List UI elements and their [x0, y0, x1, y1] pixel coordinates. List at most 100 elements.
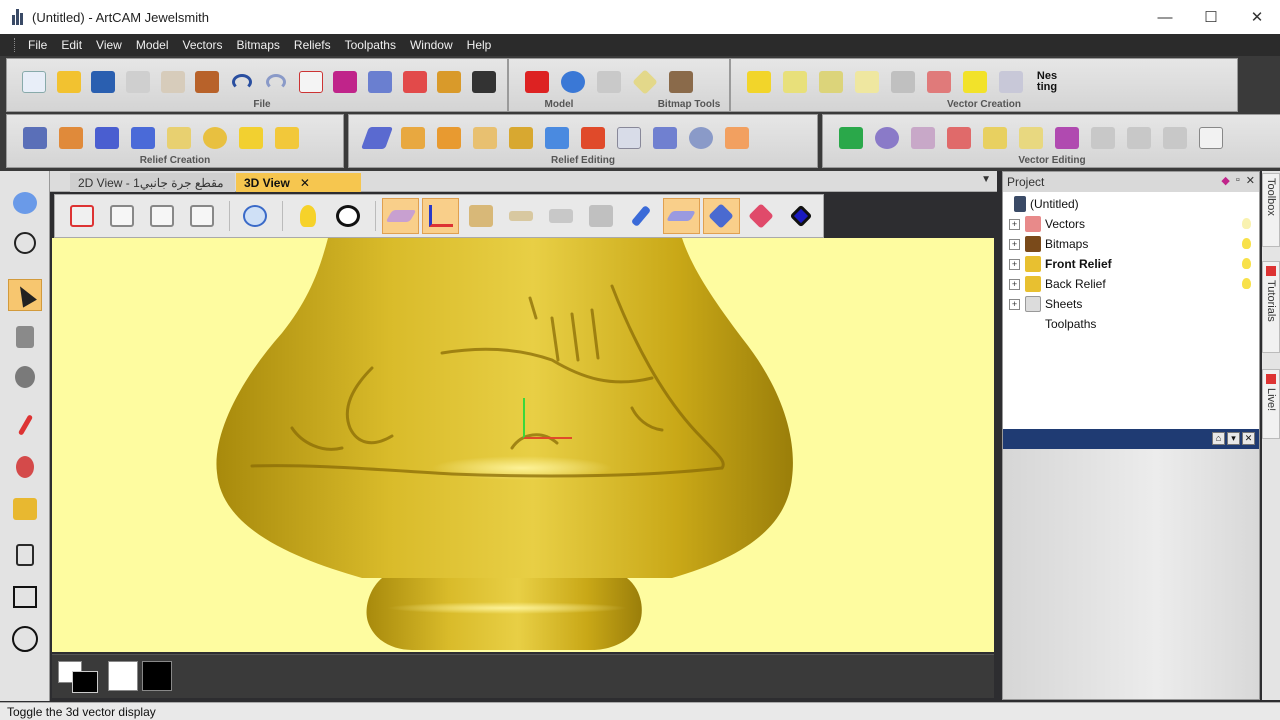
- view-top-button[interactable]: [183, 198, 220, 234]
- tree-item-untitled[interactable]: (Untitled): [1003, 194, 1259, 214]
- figure-button[interactable]: [519, 65, 555, 99]
- model-button-1[interactable]: [397, 65, 432, 99]
- relief-layers-button[interactable]: [17, 121, 53, 155]
- menu-vectors[interactable]: Vectors: [176, 38, 230, 52]
- new-file-button[interactable]: [17, 65, 52, 99]
- dropdown-icon[interactable]: ▾: [1227, 432, 1240, 445]
- 3d-viewport[interactable]: [52, 238, 994, 652]
- tree-item-sheets[interactable]: + Sheets: [1003, 294, 1259, 314]
- edit-cylinder-button[interactable]: [611, 121, 647, 155]
- edit-offset-button[interactable]: [647, 121, 683, 155]
- help-book-button[interactable]: [328, 65, 363, 99]
- lightbulb-icon[interactable]: [1242, 238, 1251, 249]
- show-axes-button[interactable]: [422, 198, 460, 234]
- vector-arc-edit-button[interactable]: [1121, 121, 1157, 155]
- color-shade-button[interactable]: [783, 198, 820, 234]
- menu-help[interactable]: Help: [460, 38, 499, 52]
- panel-close-icon[interactable]: ✕: [1246, 174, 1255, 187]
- vector-frame-button[interactable]: [1049, 121, 1085, 155]
- ruler-button[interactable]: [502, 198, 539, 234]
- transform-tool-button[interactable]: [8, 361, 42, 393]
- globe-view-button[interactable]: [8, 227, 42, 259]
- cylinder-view-button[interactable]: [583, 198, 620, 234]
- expand-icon[interactable]: +: [1009, 258, 1020, 270]
- edit-bake-button[interactable]: [575, 121, 611, 155]
- toggle-3d-vector-button[interactable]: [662, 198, 700, 234]
- relief-spin-button[interactable]: [161, 121, 197, 155]
- arc-vector-button[interactable]: [849, 65, 885, 99]
- side-tab-tutorials[interactable]: Tutorials: [1262, 261, 1280, 353]
- vector-add-button[interactable]: [833, 121, 869, 155]
- close-window-button[interactable]: ✕: [1234, 0, 1280, 34]
- paint-view-button[interactable]: [623, 198, 660, 234]
- redo-button[interactable]: [259, 65, 294, 99]
- nesting-button[interactable]: Nes ting: [1029, 65, 1065, 99]
- curve-vector-button[interactable]: [921, 65, 957, 99]
- menu-window[interactable]: Window: [403, 38, 460, 52]
- light-button[interactable]: [289, 198, 326, 234]
- edit-gear-button[interactable]: [683, 121, 719, 155]
- maximize-button[interactable]: ☐: [1188, 0, 1234, 34]
- minimize-button[interactable]: —: [1142, 0, 1188, 34]
- wizard-button[interactable]: [363, 65, 398, 99]
- tab-2d-view[interactable]: 2D View - مقطع جرة جانبي1: [70, 173, 235, 192]
- red-plane-button[interactable]: [743, 198, 780, 234]
- vector-transform-button[interactable]: [1193, 121, 1229, 155]
- relief-texture-button[interactable]: [269, 121, 305, 155]
- zoom-button[interactable]: [236, 198, 273, 234]
- close-icon[interactable]: ✕: [1242, 432, 1255, 445]
- edit-bend-button[interactable]: [539, 121, 575, 155]
- lion-relief-button[interactable]: [432, 65, 467, 99]
- view-front-button[interactable]: [103, 198, 140, 234]
- panel-pin-icon[interactable]: ◆: [1221, 174, 1229, 187]
- tree-item-front-relief[interactable]: + Front Relief: [1003, 254, 1259, 274]
- polygon-vector-button[interactable]: [957, 65, 993, 99]
- vector-open-button[interactable]: [1157, 121, 1193, 155]
- vector-trim-button[interactable]: [1013, 121, 1049, 155]
- rectangle-tool-button[interactable]: [8, 581, 42, 613]
- bitmap-tool-2-button[interactable]: [627, 65, 663, 99]
- tab-list-dropdown-icon[interactable]: ▼: [981, 174, 991, 185]
- panel-dock-icon[interactable]: ▫: [1236, 174, 1240, 187]
- expand-icon[interactable]: +: [1009, 238, 1020, 250]
- relief-extrude-button[interactable]: [125, 121, 161, 155]
- menu-edit[interactable]: Edit: [54, 38, 89, 52]
- relief-face-button[interactable]: [233, 121, 269, 155]
- notes-button[interactable]: [294, 65, 329, 99]
- bitmap-tool-1-button[interactable]: [591, 65, 627, 99]
- visibility-button[interactable]: [329, 198, 366, 234]
- copy-button[interactable]: [155, 65, 190, 99]
- save-button[interactable]: [86, 65, 121, 99]
- vector-join-button[interactable]: [1085, 121, 1121, 155]
- close-tab-icon[interactable]: ✕: [300, 176, 310, 190]
- lightbulb-icon[interactable]: [1242, 258, 1251, 269]
- menu-bitmaps[interactable]: Bitmaps: [230, 38, 287, 52]
- expand-icon[interactable]: +: [1009, 278, 1020, 290]
- draw-shape-button[interactable]: [8, 539, 42, 571]
- lightbulb-icon[interactable]: [1242, 278, 1251, 289]
- relief-star-button[interactable]: [89, 121, 125, 155]
- sphere-button[interactable]: [555, 65, 591, 99]
- edit-smooth-button[interactable]: [467, 121, 503, 155]
- edit-plane-button[interactable]: [359, 121, 395, 155]
- bitmap-tool-3-button[interactable]: [663, 65, 699, 99]
- lightbulb-icon[interactable]: [1242, 218, 1251, 229]
- menu-file[interactable]: File: [21, 38, 54, 52]
- secondary-color-swatch[interactable]: [72, 671, 98, 693]
- menu-grip-handle[interactable]: [14, 38, 17, 52]
- relief-sweep-button[interactable]: [53, 121, 89, 155]
- node-edit-button[interactable]: [8, 321, 42, 353]
- open-file-button[interactable]: [52, 65, 87, 99]
- relief-weave-button[interactable]: [197, 121, 233, 155]
- edit-scale-button[interactable]: [395, 121, 431, 155]
- expand-icon[interactable]: +: [1009, 298, 1020, 310]
- paint-tool-button[interactable]: [8, 451, 42, 483]
- text-vector-button[interactable]: [993, 65, 1029, 99]
- tab-3d-view[interactable]: 3D View ✕: [236, 173, 361, 192]
- tape-tool-button[interactable]: [8, 493, 42, 525]
- tree-item-vectors[interactable]: + Vectors: [1003, 214, 1259, 234]
- circle-tool-button[interactable]: [8, 623, 42, 655]
- edit-height-button[interactable]: [431, 121, 467, 155]
- cross-vector-button[interactable]: [885, 65, 921, 99]
- expand-icon[interactable]: +: [1009, 218, 1020, 230]
